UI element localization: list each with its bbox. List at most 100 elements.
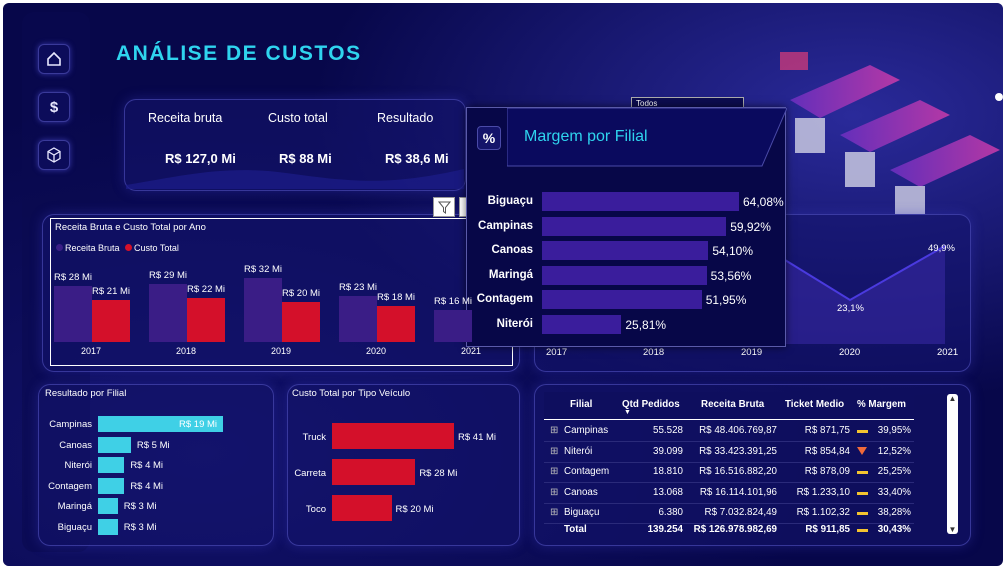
result-bar-2[interactable]	[98, 457, 125, 473]
bar-custo-2019[interactable]	[282, 302, 320, 342]
veiculo-bar-0[interactable]	[332, 423, 454, 449]
filial-label-2: Niterói	[64, 460, 92, 471]
bar-receita-2017[interactable]	[54, 286, 92, 342]
result-value-3: R$ 4 Mi	[130, 480, 164, 492]
popup-bar-2[interactable]	[542, 241, 709, 260]
box-icon[interactable]	[38, 140, 70, 170]
kpi-label-custo: Custo total	[268, 111, 328, 125]
cell-filial: Contagem	[564, 466, 610, 477]
popup-bar-0[interactable]	[542, 192, 739, 211]
filial-label-0: Campinas	[49, 419, 92, 430]
cell-ticket: R$ 878,09	[804, 466, 850, 477]
label-custo-2017: R$ 21 Mi	[92, 286, 131, 297]
result-bar-3[interactable]	[98, 477, 125, 494]
dollar-icon[interactable]: $	[38, 92, 70, 122]
expand-icon[interactable]: ⊞	[550, 446, 558, 457]
cell-qtd: 18.810	[653, 466, 683, 477]
popup-bar-1[interactable]	[542, 216, 727, 236]
kpi-value-custo: R$ 88 Mi	[279, 151, 332, 166]
expand-icon[interactable]: ⊞	[550, 425, 558, 436]
cell-qtd: 6.380	[658, 507, 683, 518]
th-margem[interactable]: % Margem	[857, 399, 906, 410]
table-row[interactable]: ⊞ Canoas 13.068 R$ 16.114.101,96 R$ 1.233,10…	[544, 484, 914, 504]
th-filial[interactable]: Filial	[570, 399, 592, 410]
cell-qtd: 13.068	[653, 486, 683, 498]
bar-custo-2018[interactable]	[187, 298, 225, 342]
popup-value-2: 54,10%	[712, 244, 754, 258]
cell-filial: Niterói	[564, 445, 593, 457]
total-label: Total	[564, 523, 587, 535]
legend-dot-receita	[56, 244, 63, 251]
bar-custo-2020[interactable]	[377, 306, 415, 342]
bar-custo-2017[interactable]	[92, 300, 130, 342]
popup-cat-4: Contagem	[476, 293, 533, 305]
cell-filial: Biguaçu	[564, 507, 600, 518]
flat-bar-icon	[857, 512, 868, 515]
popup-value-4: 51,95%	[705, 293, 747, 307]
result-value-4: R$ 3 Mi	[123, 501, 157, 512]
bar-receita-2019[interactable]	[244, 278, 282, 342]
x-label-2021: 2021	[461, 346, 482, 356]
table-header: Filial Qtd Pedidos Receita Bruta Ticket …	[544, 392, 914, 420]
table-scrollbar[interactable]: ▲ ▼	[947, 394, 958, 534]
veiculo-bar-2[interactable]	[332, 495, 392, 521]
result-bar-4[interactable]	[98, 498, 118, 514]
cell-margem: 12,52%	[877, 445, 911, 457]
label-custo-2019: R$ 20 Mi	[282, 288, 321, 299]
veiculo-value-0: R$ 41 Mi	[458, 432, 497, 443]
flat-bar-icon	[857, 528, 868, 532]
line-label-2020: 23,1%	[837, 303, 864, 314]
total-ticket: R$ 911,85	[805, 523, 850, 535]
popup-bar-4[interactable]	[542, 290, 702, 309]
total-margem: 30,43%	[877, 523, 911, 535]
popup-value-1: 59,92%	[730, 219, 771, 234]
cell-receita: R$ 16.516.882,20	[699, 466, 777, 477]
veiculo-value-1: R$ 28 Mi	[419, 468, 458, 479]
table-row[interactable]: ⊞ Niterói 39.099 R$ 33.423.391,25 R$ 854,84 1…	[544, 443, 914, 463]
expand-icon[interactable]: ⊞	[550, 466, 558, 477]
kpi-value-receita: R$ 127,0 Mi	[165, 151, 236, 166]
bar-receita-2020[interactable]	[339, 296, 377, 342]
table-row[interactable]: ⊞ Campinas 55.528 R$ 48.406.769,87 R$ 871,75…	[544, 422, 914, 442]
expand-icon[interactable]: ⊞	[550, 487, 558, 498]
filial-label-4: Maringá	[57, 501, 92, 512]
line-x-2019: 2019	[741, 347, 763, 358]
cell-filial: Canoas	[564, 486, 598, 498]
line-label-2021: 49,9%	[928, 243, 955, 254]
home-icon[interactable]	[38, 44, 70, 74]
filter-icon[interactable]	[433, 197, 455, 217]
expand-icon[interactable]: ⊞	[550, 507, 558, 518]
flat-bar-icon	[857, 430, 868, 433]
legend-custo: Custo Total	[134, 243, 179, 253]
result-bar-1[interactable]	[98, 436, 131, 453]
bar-receita-2021[interactable]	[434, 310, 472, 342]
popup-cat-5: Niterói	[496, 317, 533, 330]
cell-margem: 25,25%	[877, 466, 911, 477]
scroll-down-icon[interactable]: ▼	[947, 525, 958, 534]
cell-margem: 38,28%	[877, 507, 911, 518]
th-ticket[interactable]: Ticket Medio	[785, 399, 844, 410]
result-bar-5[interactable]	[98, 518, 118, 535]
margem-filial-popup: % Margem por Filial Biguaçu 64,08% Campina…	[466, 107, 787, 347]
label-receita-2021: R$ 16 Mi	[434, 296, 473, 307]
table-row[interactable]: ⊞ Contagem 18.810 R$ 16.516.882,20 R$ 878,09…	[544, 463, 914, 483]
popup-bar-3[interactable]	[542, 265, 707, 285]
bar-receita-2018[interactable]	[149, 284, 187, 342]
sort-icon[interactable]: ▼	[624, 409, 631, 416]
th-receita[interactable]: Receita Bruta	[701, 399, 764, 410]
veiculo-bar-1[interactable]	[332, 459, 416, 485]
popup-bar-5[interactable]	[542, 314, 622, 334]
scroll-up-icon[interactable]: ▲	[947, 394, 958, 404]
line-x-2021: 2021	[937, 347, 959, 358]
x-label-2019: 2019	[271, 346, 292, 356]
result-value-1: R$ 5 Mi	[136, 439, 170, 451]
legend-receita: Receita Bruta	[65, 243, 120, 253]
label-receita-2020: R$ 23 Mi	[339, 282, 378, 293]
popup-title: Margem por Filial	[524, 128, 648, 145]
kpi-label-receita: Receita bruta	[148, 111, 223, 125]
x-label-2020: 2020	[366, 346, 387, 356]
percent-icon: %	[477, 126, 501, 150]
label-receita-2019: R$ 32 Mi	[244, 264, 283, 275]
cell-receita: R$ 48.406.769,87	[699, 425, 777, 436]
flat-bar-icon	[857, 491, 868, 495]
